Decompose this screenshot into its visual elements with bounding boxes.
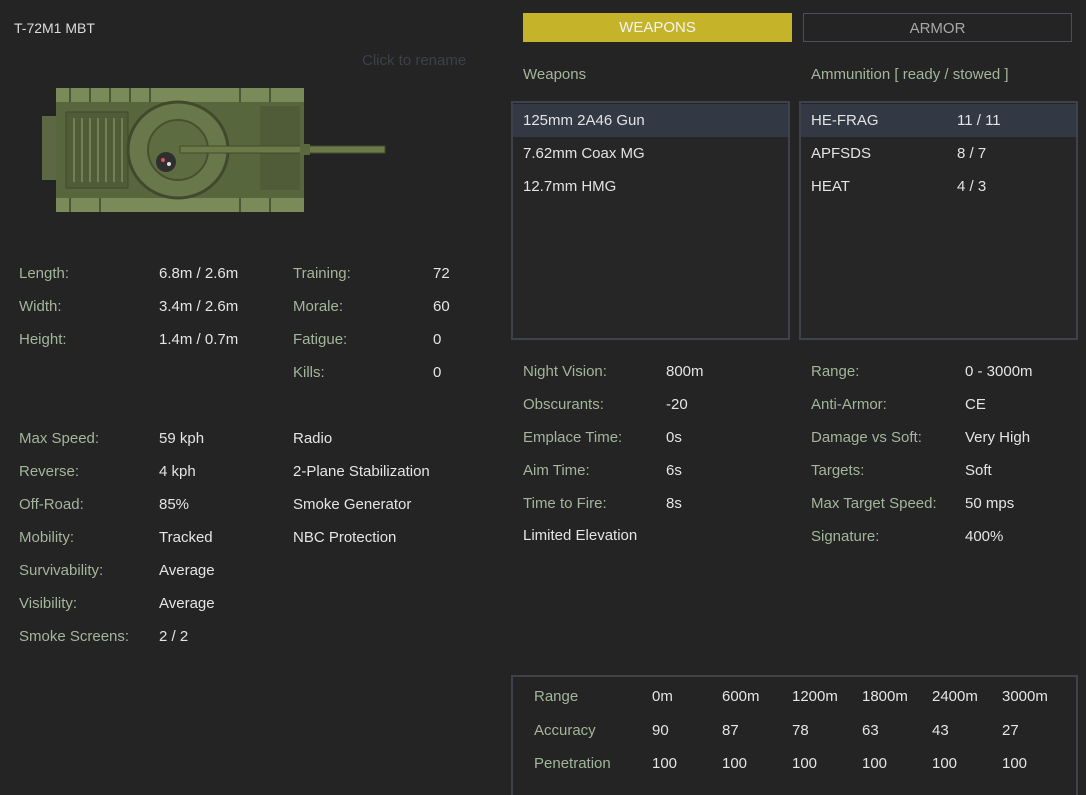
ammo-header: Ammunition [ ready / stowed ] bbox=[811, 66, 1009, 83]
weapon-item[interactable]: 7.62mm Coax MG bbox=[513, 137, 788, 170]
ammo-stat-label: Targets: bbox=[811, 462, 865, 479]
range-table-cell: 100 bbox=[722, 755, 748, 772]
range-table-row-label: Penetration bbox=[534, 755, 611, 772]
crew-stat-value: 0 bbox=[433, 364, 442, 381]
dimension-value: 1.4m / 0.7m bbox=[159, 331, 239, 348]
mobility-stat-label: Survivability: bbox=[19, 562, 104, 579]
ammo-stat-value: 400% bbox=[965, 528, 1004, 545]
weapon-stat-label: Night Vision: bbox=[523, 363, 607, 380]
range-table: Range 0m 600m 1200m 1800m 2400m 3000m Accuracy 9… bbox=[511, 675, 1078, 795]
ammo-name: APFSDS bbox=[811, 145, 872, 162]
crew-stat-value: 0 bbox=[433, 331, 442, 348]
range-table-cell: 90 bbox=[652, 721, 669, 739]
range-table-cell: 3000m bbox=[1002, 688, 1048, 705]
mobility-stat-value: Average bbox=[159, 562, 215, 579]
weapon-stat-value: 0s bbox=[666, 429, 682, 446]
range-table-cell: 100 bbox=[792, 755, 818, 772]
ammo-item[interactable]: HEAT 4 / 3 bbox=[801, 170, 1076, 203]
feature-item: Smoke Generator bbox=[293, 496, 412, 513]
ammo-stat-value: 0 - 3000m bbox=[965, 363, 1033, 380]
ammo-stat-value: 50 mps bbox=[965, 495, 1015, 512]
feature-item: NBC Protection bbox=[293, 529, 397, 546]
weapon-stat-value: 6s bbox=[666, 462, 682, 479]
mobility-stat-label: Smoke Screens: bbox=[19, 628, 130, 645]
range-table-cell: 100 bbox=[862, 755, 888, 772]
range-table-cell: 78 bbox=[792, 721, 809, 739]
weapon-stat-label: Time to Fire: bbox=[523, 495, 607, 512]
ammo-stat-value: CE bbox=[965, 396, 986, 413]
crew-stat-value: 72 bbox=[433, 265, 450, 282]
range-table-cell: 27 bbox=[1002, 721, 1019, 739]
range-table-cell: 100 bbox=[932, 755, 958, 772]
range-table-row-label: Range bbox=[534, 688, 579, 705]
ammo-stat-label: Max Target Speed: bbox=[811, 495, 937, 512]
range-table-cell: 600m bbox=[722, 688, 760, 705]
weapon-stat-value: 800m bbox=[666, 363, 704, 380]
ammo-count: 4 / 3 bbox=[957, 178, 987, 195]
rename-hint[interactable]: Click to rename bbox=[362, 52, 466, 69]
mobility-stat-label: Visibility: bbox=[19, 595, 78, 612]
dimension-value: 3.4m / 2.6m bbox=[159, 298, 239, 315]
range-table-cell: 43 bbox=[932, 721, 949, 739]
weapon-item[interactable]: 12.7mm HMG bbox=[513, 170, 788, 203]
ammo-count: 8 / 7 bbox=[957, 145, 987, 162]
mobility-stat-value: Average bbox=[159, 595, 215, 612]
tab-weapons[interactable]: WEAPONS bbox=[523, 13, 792, 42]
range-table-cell: 1200m bbox=[792, 688, 838, 705]
range-table-cell: 100 bbox=[1002, 755, 1028, 772]
crew-stat-label: Training: bbox=[293, 265, 351, 282]
dimension-label: Width: bbox=[19, 298, 62, 315]
unit-name[interactable]: T-72M1 MBT bbox=[14, 20, 95, 36]
ammo-stat-value: Very High bbox=[965, 429, 1031, 446]
dimension-label: Height: bbox=[19, 331, 67, 348]
tank-top-view-image bbox=[42, 88, 386, 212]
mobility-stat-value: 85% bbox=[159, 496, 190, 513]
ammo-stat-label: Signature: bbox=[811, 528, 880, 545]
crew-stat-value: 60 bbox=[433, 298, 450, 315]
weapon-item[interactable]: 125mm 2A46 Gun bbox=[513, 104, 788, 137]
weapons-header: Weapons bbox=[523, 66, 587, 83]
mobility-stat-value: 4 kph bbox=[159, 463, 196, 480]
mobility-stat-label: Mobility: bbox=[19, 529, 75, 546]
weapon-stat-value: 8s bbox=[666, 495, 682, 512]
weapon-stat-label: Emplace Time: bbox=[523, 429, 623, 446]
dimension-label: Length: bbox=[19, 265, 70, 282]
feature-item: Radio bbox=[293, 430, 333, 447]
mobility-stat-value: 2 / 2 bbox=[159, 628, 189, 645]
ammo-list[interactable]: HE-FRAG 11 / 11 APFSDS 8 / 7 HEAT 4 / 3 bbox=[799, 101, 1078, 340]
crew-stat-label: Morale: bbox=[293, 298, 344, 315]
mobility-stat-label: Reverse: bbox=[19, 463, 80, 480]
weapon-stat-label: Aim Time: bbox=[523, 462, 590, 479]
mobility-stat-label: Off-Road: bbox=[19, 496, 84, 513]
weapon-note: Limited Elevation bbox=[523, 527, 638, 544]
range-table-cell: 0m bbox=[652, 688, 673, 705]
dimension-value: 6.8m / 2.6m bbox=[159, 265, 239, 282]
ammo-name: HE-FRAG bbox=[811, 112, 879, 129]
range-table-cell: 87 bbox=[722, 721, 739, 739]
weapon-stat-value: -20 bbox=[666, 396, 688, 413]
mobility-stat-value: 59 kph bbox=[159, 430, 205, 447]
tab-armor[interactable]: ARMOR bbox=[803, 13, 1072, 42]
ammo-count: 11 / 11 bbox=[957, 112, 1001, 129]
range-table-row-label: Accuracy bbox=[534, 721, 596, 739]
ammo-name: HEAT bbox=[811, 178, 850, 195]
range-table-cell: 2400m bbox=[932, 688, 978, 705]
ammo-item[interactable]: HE-FRAG 11 / 11 bbox=[801, 104, 1076, 137]
ammo-stat-value: Soft bbox=[965, 462, 992, 479]
mobility-stat-value: Tracked bbox=[159, 529, 213, 546]
ammo-stat-label: Range: bbox=[811, 363, 860, 380]
ammo-stat-label: Damage vs Soft: bbox=[811, 429, 922, 446]
ammo-stat-label: Anti-Armor: bbox=[811, 396, 887, 413]
crew-stat-label: Fatigue: bbox=[293, 331, 348, 348]
feature-item: 2-Plane Stabilization bbox=[293, 463, 430, 480]
range-table-cell: 1800m bbox=[862, 688, 908, 705]
ammo-item[interactable]: APFSDS 8 / 7 bbox=[801, 137, 1076, 170]
range-table-cell: 63 bbox=[862, 721, 879, 739]
range-table-cell: 100 bbox=[652, 755, 678, 772]
crew-stat-label: Kills: bbox=[293, 364, 325, 381]
weapon-stat-label: Obscurants: bbox=[523, 396, 604, 413]
mobility-stat-label: Max Speed: bbox=[19, 430, 100, 447]
weapon-list[interactable]: 125mm 2A46 Gun 7.62mm Coax MG 12.7mm HMG bbox=[511, 101, 790, 340]
